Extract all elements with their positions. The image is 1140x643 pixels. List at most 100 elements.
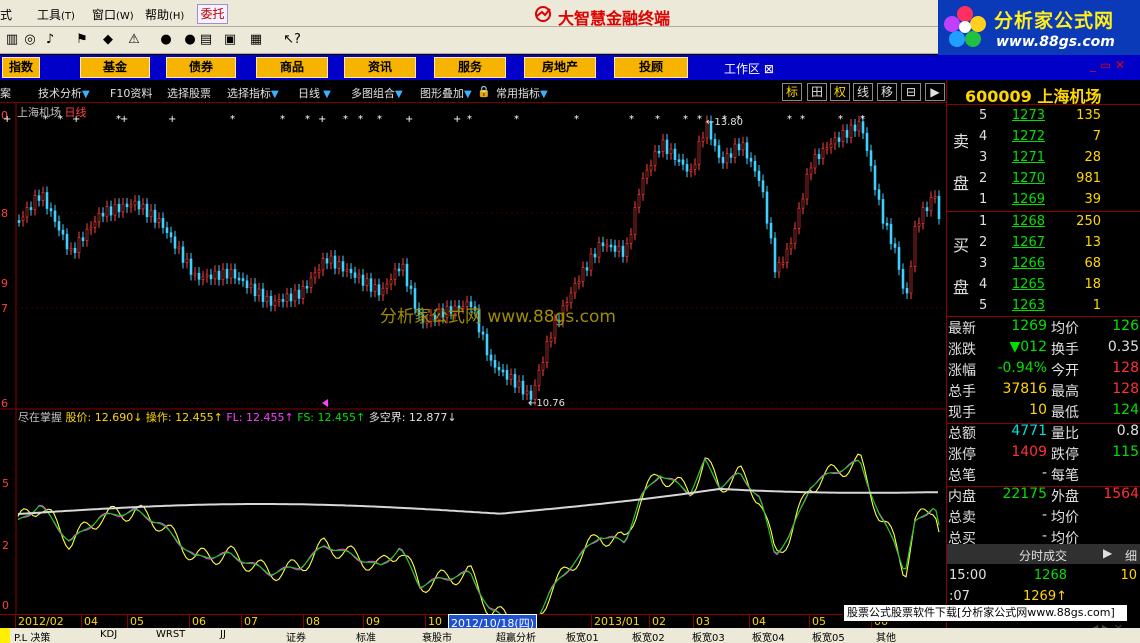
kline-chart[interactable]: 08976520+ * * + * + + * * * + * * * + + * * * * * * * * * * * * *←13… xyxy=(0,103,946,614)
bid-row[interactable]: 2 1267 13 xyxy=(947,232,1140,253)
candle-body xyxy=(645,169,649,179)
weituo-button[interactable]: 委托 xyxy=(197,4,228,24)
news-button[interactable]: 资讯 xyxy=(344,57,416,78)
mode-grid-button[interactable]: 田 xyxy=(807,83,827,101)
status-tab[interactable]: KDJ xyxy=(100,629,117,640)
candle-body xyxy=(733,143,737,158)
status-tab[interactable]: 板宽02 xyxy=(632,629,665,643)
status-tab[interactable]: 板宽05 xyxy=(812,629,845,643)
tab-technical[interactable]: 技术分析▼ xyxy=(38,85,90,101)
bell-icon[interactable]: ♪ xyxy=(40,31,60,49)
tab-overlay[interactable]: 图形叠加▼ xyxy=(420,85,472,101)
timeline-label: 04 xyxy=(752,615,766,628)
stat-label: 最低 xyxy=(1051,405,1079,421)
ask-row[interactable]: 5 1273 135 xyxy=(947,105,1140,126)
menu-tools[interactable]: 工具(T) xyxy=(37,6,75,23)
service-button[interactable]: 服务 xyxy=(434,57,506,78)
warning-icon[interactable]: ⚠ xyxy=(124,31,144,49)
red-circle-icon[interactable]: ● xyxy=(156,31,176,49)
candle-body xyxy=(205,274,209,278)
document-icon[interactable]: ▤ xyxy=(196,31,216,49)
ask-price: 1270 xyxy=(1011,171,1045,186)
candle-body xyxy=(621,245,625,257)
window-icon[interactable]: ▣ xyxy=(220,31,240,49)
stat-label: 今开 xyxy=(1051,363,1079,379)
ask-row[interactable]: 2 1270 981 xyxy=(947,168,1140,189)
timeline-label: 06 xyxy=(192,615,206,628)
menu-window[interactable]: 窗口(W) xyxy=(92,6,134,23)
status-tab[interactable]: 标准 xyxy=(356,629,376,643)
tick-tab-arrow[interactable]: ▶ xyxy=(1103,546,1112,560)
status-tab[interactable]: 其他 xyxy=(876,629,896,643)
mode-rights-button[interactable]: 权 xyxy=(830,83,850,101)
status-tab[interactable]: 衰股市 xyxy=(422,629,452,643)
tab-select-stock[interactable]: 选择股票 xyxy=(167,85,211,101)
tick-tab-label[interactable]: 分时成交 xyxy=(1019,547,1067,564)
index-button[interactable]: 指数 xyxy=(2,57,40,78)
status-tab[interactable]: WRST xyxy=(156,629,185,640)
menu-help[interactable]: 帮助(H) xyxy=(145,6,184,23)
mode-play-button[interactable]: ▶ xyxy=(925,83,945,101)
menu-style[interactable]: 式 xyxy=(0,6,12,23)
ask-row[interactable]: 1 1269 39 xyxy=(947,189,1140,210)
status-tab[interactable]: 超赢分析 xyxy=(496,629,536,643)
tab-multi-chart[interactable]: 多图组合▼ xyxy=(351,85,403,101)
mode-move-button[interactable]: 移 xyxy=(877,83,897,101)
workarea-menu[interactable]: 工作区 ⊠ xyxy=(724,60,774,77)
candle-body xyxy=(277,299,281,302)
stat-label: 跌停 xyxy=(1051,447,1079,463)
candle-body xyxy=(49,208,53,212)
tick-tab-extra[interactable]: 细 xyxy=(1125,547,1137,564)
stat-value: 0.8 xyxy=(1116,423,1139,439)
candle-body xyxy=(505,370,509,380)
tick-tab-bar: 分时成交 ▶ 细 xyxy=(947,544,1140,564)
ask-row[interactable]: 4 1272 7 xyxy=(947,126,1140,147)
tab-case[interactable]: 案 xyxy=(0,85,11,101)
mode-mark-button[interactable]: 标 xyxy=(782,83,802,101)
advisor-button[interactable]: 投顾 xyxy=(614,57,688,78)
stat-label: 换手 xyxy=(1051,342,1079,358)
real-estate-button[interactable]: 房地产 xyxy=(524,57,596,78)
candle-body xyxy=(209,274,213,280)
indicator-legend: 尽在掌握 股价: 12.690↓ 操作: 12.455↑ FL: 12.455↑… xyxy=(18,409,457,425)
candle-body xyxy=(313,272,317,279)
stat-label: 总额 xyxy=(948,426,976,442)
ad-banner[interactable]: 股票公式股票软件下载[分析家公式网www.88gs.com] ◀ ▶ ✕ xyxy=(843,604,1128,635)
flag-icon[interactable]: ⚑ xyxy=(72,31,92,49)
bid-row[interactable]: 1 1268 250 xyxy=(947,211,1140,232)
fund-button[interactable]: 基金 xyxy=(80,57,150,78)
mode-layout-button[interactable]: ⊟ xyxy=(901,83,921,101)
window-controls[interactable]: _ ▭ ✕ xyxy=(1090,58,1125,72)
ask-row[interactable]: 3 1271 28 xyxy=(947,147,1140,168)
timeline-label: 08 xyxy=(306,615,320,628)
candle-body xyxy=(693,163,697,170)
help-pointer-icon[interactable]: ↖? xyxy=(282,31,302,49)
mode-line-button[interactable]: 线 xyxy=(853,83,873,101)
status-tab[interactable]: 板宽03 xyxy=(692,629,725,643)
status-tab[interactable]: 板宽04 xyxy=(752,629,785,643)
signal-marker: + xyxy=(405,114,413,125)
status-tab[interactable]: JJ xyxy=(220,629,226,640)
commodity-button[interactable]: 商品 xyxy=(256,57,328,78)
books-icon[interactable]: ▦ xyxy=(246,31,266,49)
tab-f10[interactable]: F10资料 xyxy=(110,85,152,101)
status-tab[interactable]: P.L 决策 xyxy=(14,629,50,643)
status-tab[interactable]: 板宽01 xyxy=(566,629,599,643)
bond-button[interactable]: 债券 xyxy=(166,57,236,78)
diamond-icon[interactable]: ◆ xyxy=(98,31,118,49)
candle-body xyxy=(245,280,249,289)
flower-logo-icon xyxy=(944,6,986,47)
tab-common-indicators[interactable]: 常用指标▼ xyxy=(496,85,548,101)
bid-row[interactable]: 3 1266 68 xyxy=(947,253,1140,274)
tab-select-indicator[interactable]: 选择指标▼ xyxy=(227,85,279,101)
tab-daily[interactable]: 日线 ▼ xyxy=(298,85,331,101)
status-tab[interactable]: 证券 xyxy=(286,629,306,643)
stat-label: 现手 xyxy=(948,405,976,421)
bar-chart-icon[interactable]: ▥ xyxy=(2,31,22,49)
bid-row[interactable]: 4 1265 18 xyxy=(947,274,1140,295)
indicator-tick-label: 2 xyxy=(2,539,9,552)
bid-row[interactable]: 5 1263 1 xyxy=(947,295,1140,316)
binoculars-icon[interactable]: ◎ xyxy=(20,31,40,49)
lock-icon[interactable]: 🔒 xyxy=(477,85,491,98)
signal-marker: + xyxy=(453,114,461,125)
